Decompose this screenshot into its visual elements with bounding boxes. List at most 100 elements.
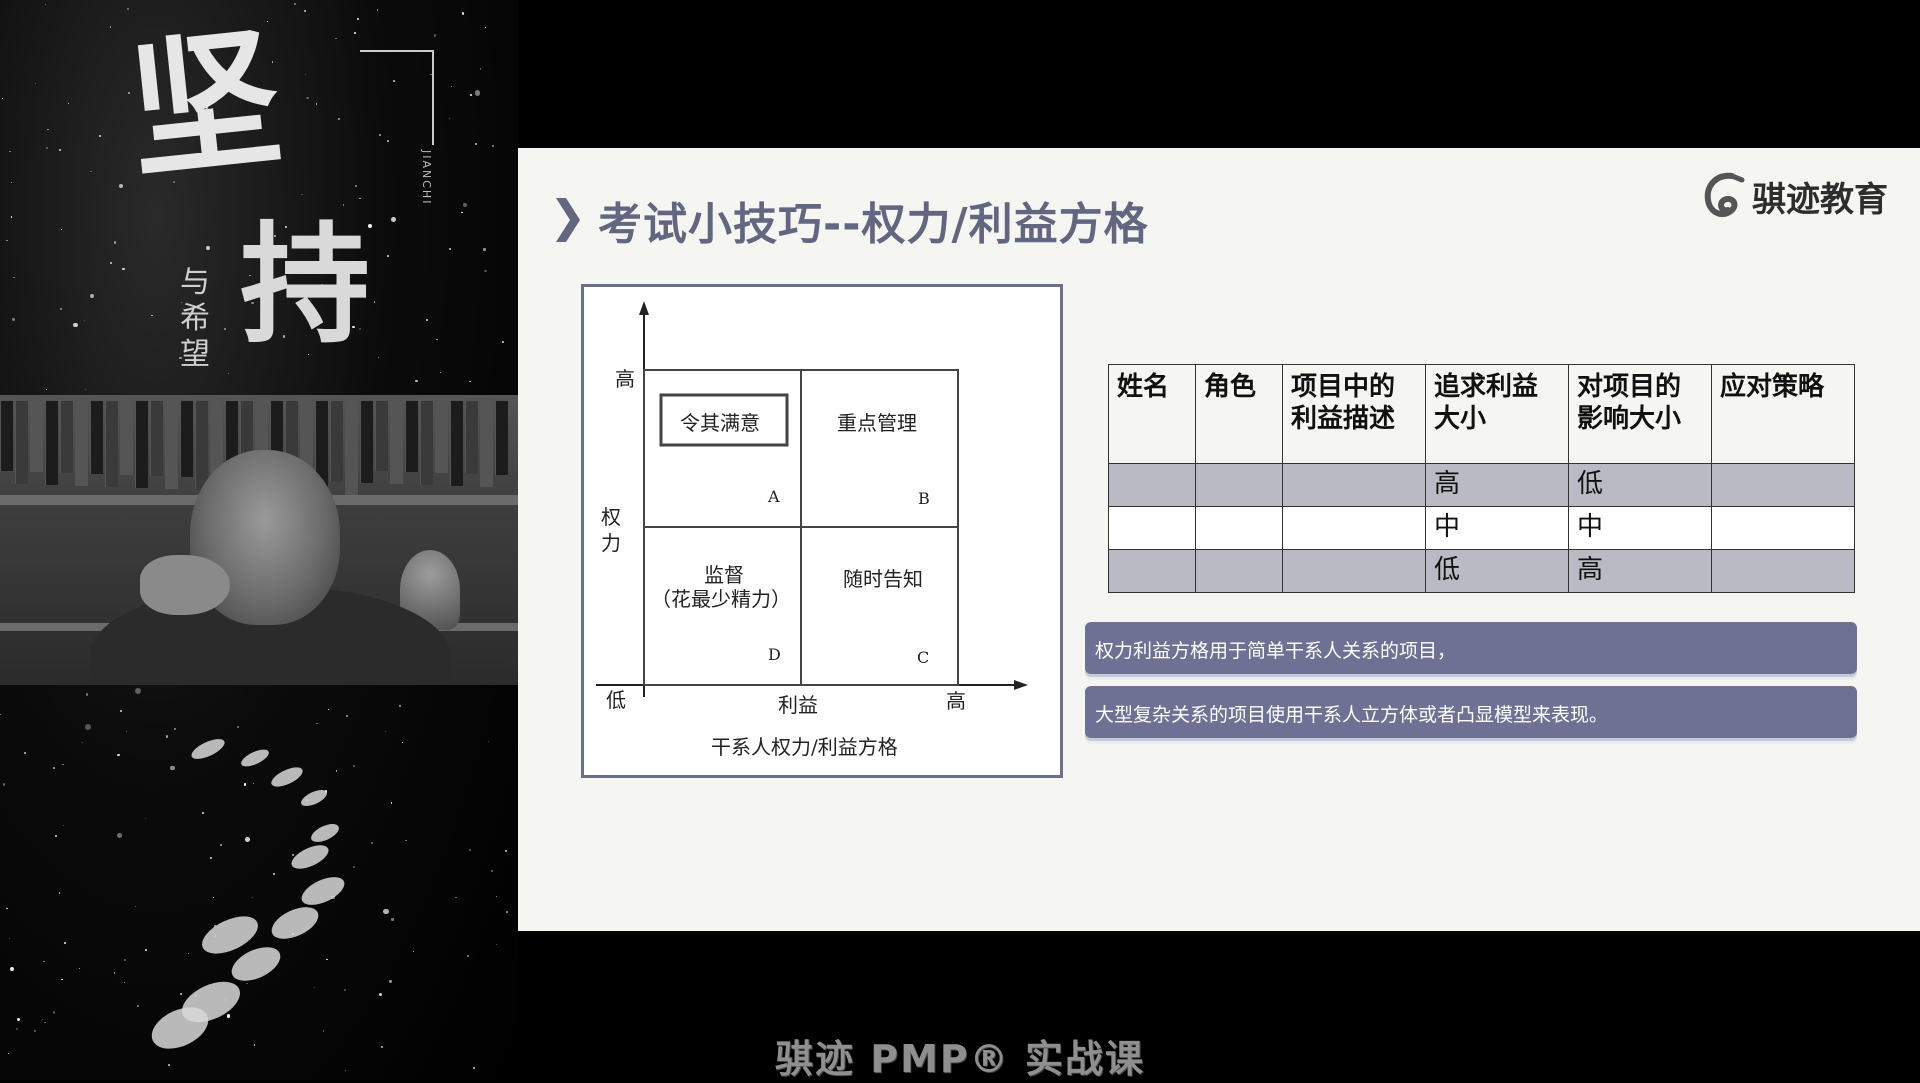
star [353, 865, 356, 868]
book-spine [120, 401, 133, 475]
star [145, 949, 147, 951]
star [376, 9, 379, 11]
star [461, 211, 464, 214]
star [83, 319, 86, 321]
book-spine [450, 401, 463, 486]
star [401, 741, 403, 743]
star [449, 248, 451, 250]
star [117, 753, 120, 756]
footprint [268, 763, 306, 791]
table-cell [1282, 506, 1426, 550]
star [352, 765, 355, 768]
star [45, 3, 47, 6]
star [5, 239, 8, 242]
star [345, 714, 349, 718]
star [59, 148, 62, 151]
star [246, 982, 248, 985]
star [253, 782, 255, 784]
slide-title-row: 考试小技巧--权力/利益方格 [554, 190, 1149, 250]
star [45, 388, 48, 391]
star [63, 942, 66, 944]
star [484, 269, 487, 272]
table-cell [1711, 549, 1855, 593]
star [455, 896, 457, 898]
column-header: 追求利益 大小 [1425, 364, 1569, 464]
poster-frame-line [360, 50, 434, 52]
star [436, 338, 438, 340]
star [34, 83, 36, 85]
slide: 考试小技巧--权力/利益方格 骐迹教育 高 权力 低 利益 高 干系人权力/利益… [518, 148, 1920, 931]
footprint [238, 746, 272, 770]
book-spine [465, 401, 478, 474]
book-spine [375, 401, 388, 471]
footprint [308, 820, 342, 846]
column-header: 角色 [1195, 364, 1283, 464]
poster-title-char: 持 [240, 208, 371, 361]
star [468, 848, 471, 851]
star [127, 8, 130, 11]
star [170, 765, 175, 771]
book-spine [0, 401, 13, 471]
table-header-row: 姓名 角色 项目中的 利益描述 追求利益 大小 对项目的 影响大小 应对策略 [1108, 364, 1855, 464]
book-spine [15, 401, 28, 484]
star [479, 68, 482, 70]
table-cell [1711, 463, 1855, 507]
book-spine [330, 401, 343, 482]
table-cell [1282, 549, 1426, 593]
star [78, 967, 80, 969]
star [9, 938, 11, 940]
book-spine [75, 401, 88, 486]
star [484, 26, 487, 28]
book-spine [180, 401, 193, 477]
star [165, 735, 169, 738]
x-axis-high-label: 高 [946, 689, 966, 713]
star [357, 18, 360, 20]
star [85, 693, 88, 696]
poster-frame-line [432, 50, 434, 145]
table-cell [1195, 549, 1283, 593]
quadrant-d-sublabel: （花最少精力） [651, 587, 791, 611]
star [109, 26, 112, 28]
star [113, 241, 117, 244]
star [173, 727, 177, 731]
star [226, 1014, 230, 1018]
table-cell: 中 [1568, 506, 1712, 550]
star [62, 763, 64, 766]
star [124, 959, 126, 961]
star [13, 277, 15, 279]
star [82, 742, 84, 744]
star [73, 322, 78, 328]
star [502, 341, 505, 344]
star [434, 34, 437, 37]
table-cell [1711, 506, 1855, 550]
star [439, 371, 442, 374]
brand-name: 骐迹教育 [1752, 179, 1888, 220]
star [119, 710, 122, 712]
star [303, 10, 306, 13]
table-cell: 低 [1425, 549, 1569, 593]
star [58, 891, 61, 894]
poster-title-char: 坚 [121, 9, 289, 201]
star [212, 896, 215, 899]
quadrant-a-label: 令其满意 [680, 411, 760, 435]
poster-panel: 坚 与希望 持 JIANCHI [0, 0, 518, 1080]
footprint [266, 900, 324, 946]
column-header: 应对策略 [1711, 364, 1855, 464]
star [373, 301, 375, 303]
star [392, 80, 395, 83]
star [469, 380, 471, 383]
book-spine [360, 401, 373, 483]
star [125, 730, 127, 732]
grid-caption: 干系人权力/利益方格 [711, 735, 898, 759]
note-band: 权力利益方格用于简单干系人关系的项目， [1085, 622, 1857, 674]
star [496, 895, 498, 897]
star [467, 954, 470, 957]
star [6, 908, 8, 910]
book-spine [45, 401, 58, 485]
star [144, 817, 147, 820]
star [63, 824, 65, 827]
star [378, 357, 380, 359]
star [387, 254, 389, 257]
star [90, 293, 95, 298]
star [475, 142, 478, 145]
